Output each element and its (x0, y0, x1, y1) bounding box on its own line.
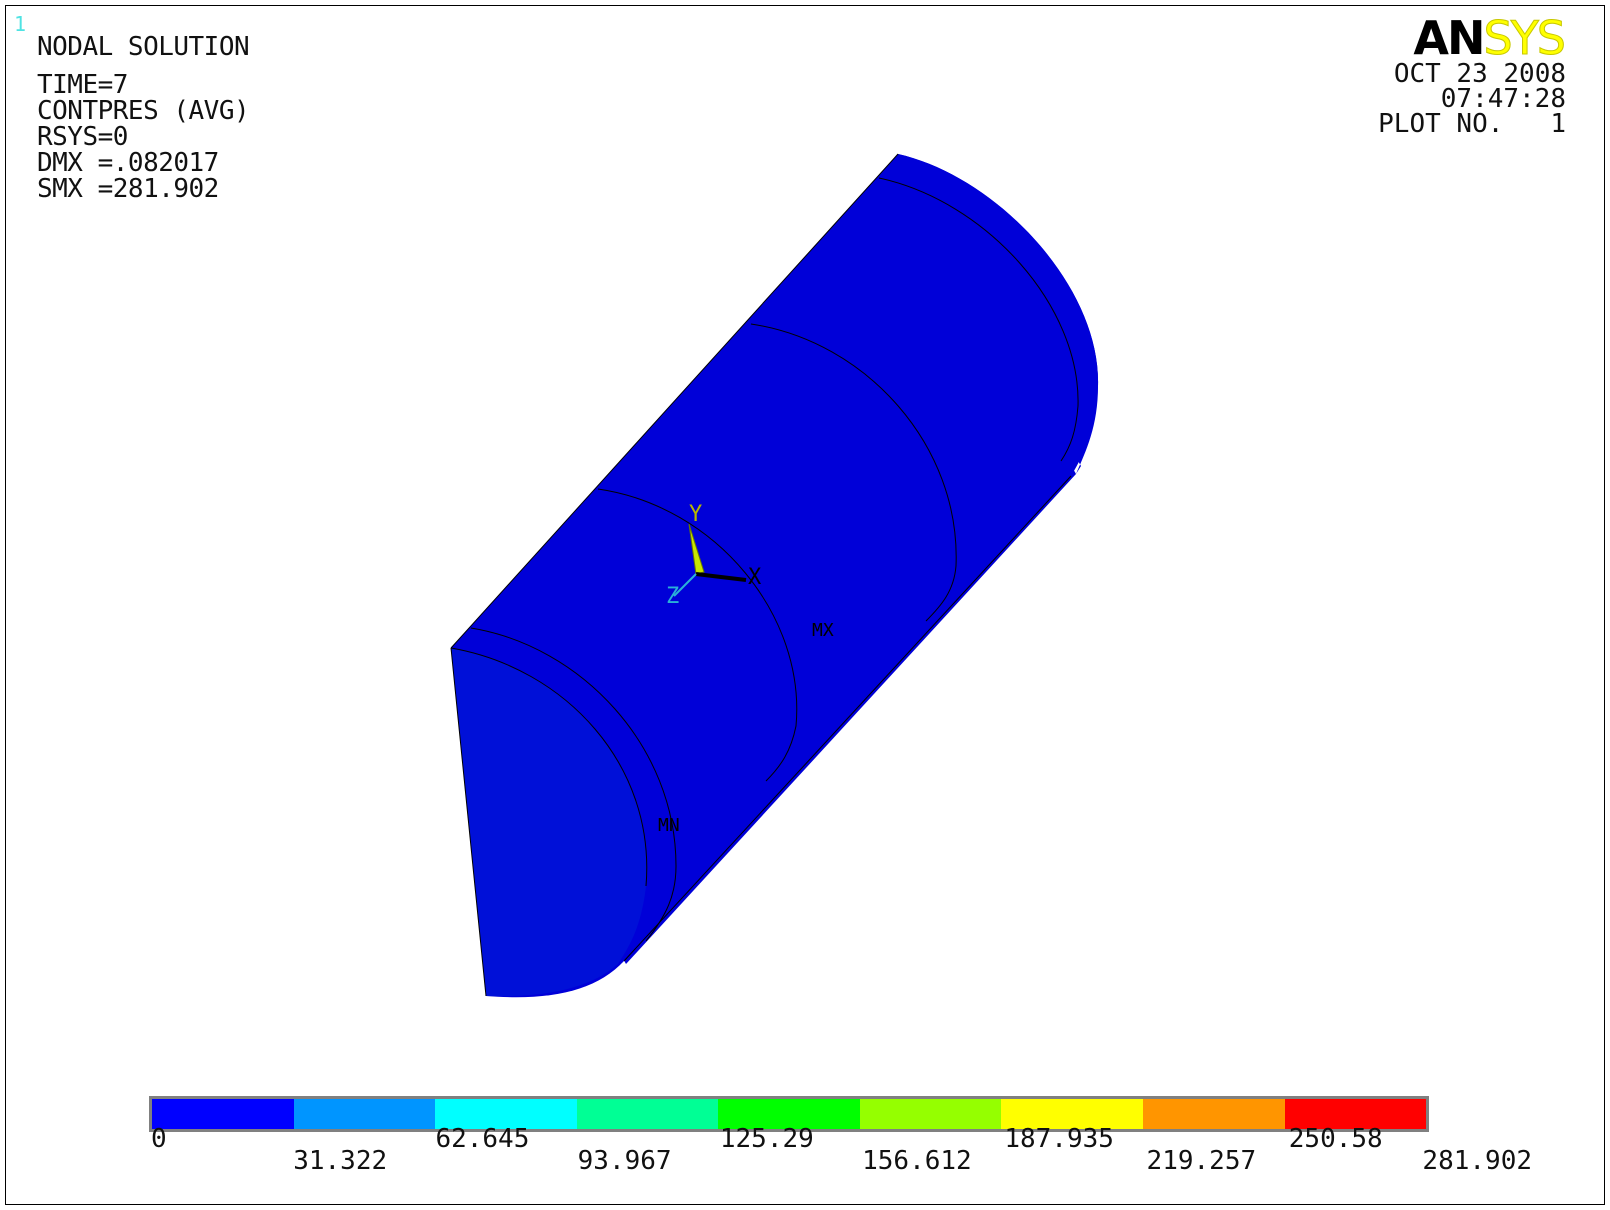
fe-model-view[interactable]: Y X Z MX MN (6, 6, 1604, 1204)
legend-label-8: 250.58 (1288, 1124, 1383, 1154)
legend-color-5 (859, 1099, 1002, 1129)
legend-label-3: 93.967 (577, 1146, 672, 1176)
legend-label-6: 187.935 (1004, 1124, 1114, 1154)
half-cylinder-model (450, 153, 1099, 998)
axis-y-label: Y (689, 502, 702, 527)
legend-label-5: 156.612 (862, 1146, 972, 1176)
legend-color-1 (293, 1099, 436, 1129)
min-marker: MN (658, 815, 680, 836)
max-marker: MX (812, 620, 834, 641)
legend-color-0 (152, 1099, 294, 1129)
legend-label-9: 281.902 (1422, 1146, 1532, 1176)
legend-label-0: 0 (151, 1124, 167, 1154)
axis-x-label: X (748, 565, 762, 590)
graphics-window[interactable]: 1 NODAL SOLUTION TIME=7 CONTPRES (AVG) R… (5, 5, 1605, 1205)
legend-label-2: 62.645 (435, 1124, 530, 1154)
legend-label-7: 219.257 (1146, 1146, 1257, 1176)
axis-z-label: Z (666, 584, 679, 609)
legend-color-3 (576, 1099, 719, 1129)
legend-color-7 (1142, 1099, 1285, 1129)
legend-label-4: 125.29 (719, 1124, 814, 1154)
legend-label-1: 31.322 (293, 1146, 388, 1176)
